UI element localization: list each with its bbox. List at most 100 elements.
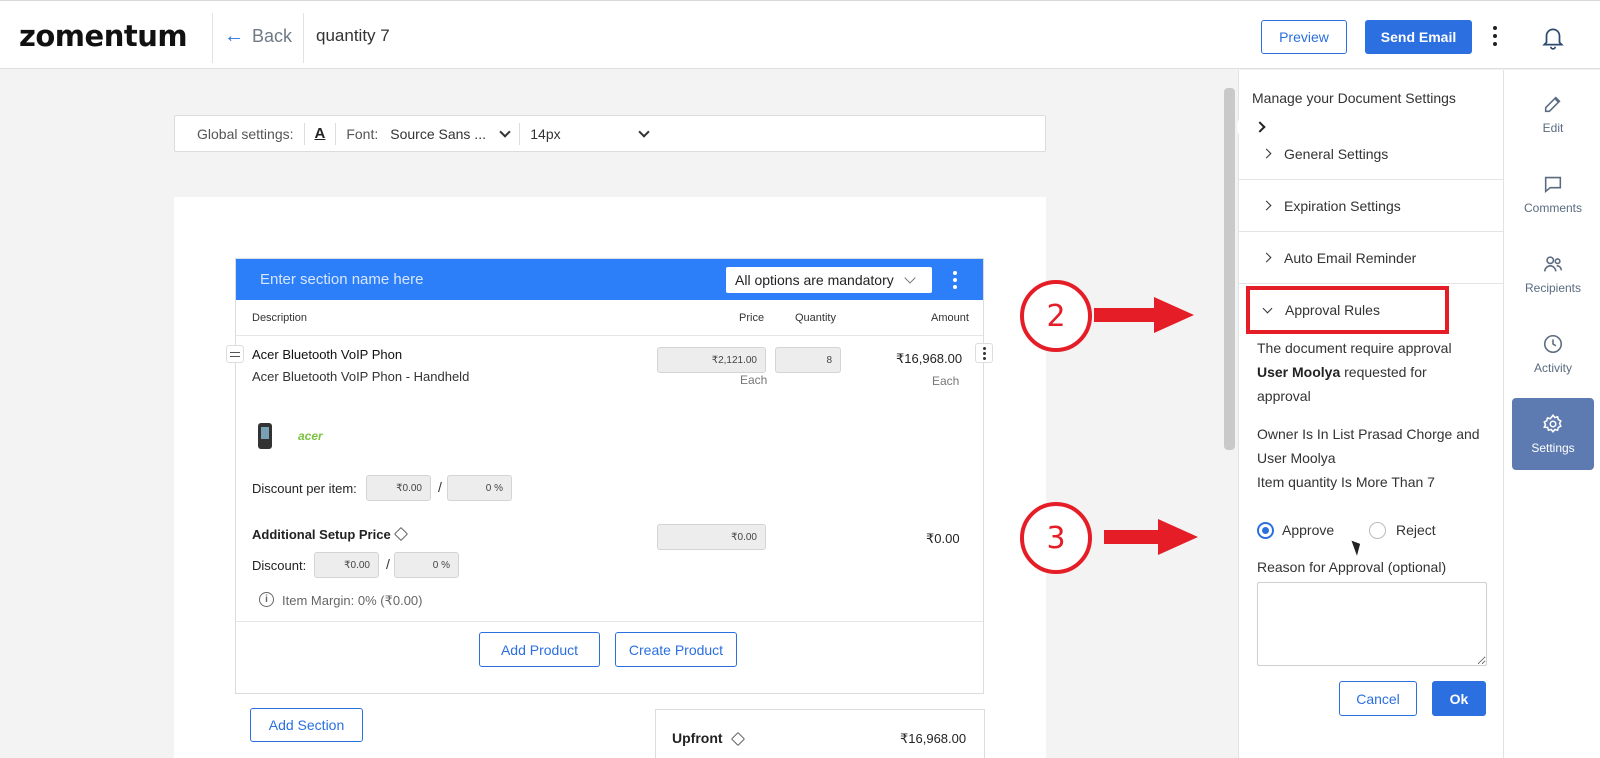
rail-settings[interactable]: Settings <box>1512 398 1594 470</box>
chevron-down-icon[interactable] <box>638 125 650 138</box>
annotation-arrow-right <box>1104 519 1198 555</box>
font-label: Font: <box>346 125 379 142</box>
divider <box>212 13 213 63</box>
more-options-icon[interactable] <box>1488 23 1502 49</box>
reject-label: Reject <box>1396 522 1436 538</box>
comment-icon <box>1544 176 1562 193</box>
accordion-general-settings[interactable]: General Settings <box>1239 128 1503 180</box>
options-select-value: All options are mandatory <box>735 272 894 288</box>
accordion-label: General Settings <box>1284 145 1389 162</box>
upfront-label: Upfront <box>672 730 723 746</box>
annotation-circle-2: 2 <box>1020 280 1092 352</box>
rule-line-3: Item quantity Is More Than 7 <box>1257 474 1435 490</box>
back-label: Back <box>252 26 293 46</box>
chevron-right-icon <box>1261 200 1272 211</box>
info-icon: i <box>259 592 274 607</box>
settings-panel: Manage your Document Settings General Se… <box>1237 70 1503 758</box>
ok-button[interactable]: Ok <box>1432 681 1486 716</box>
approve-radio[interactable] <box>1257 522 1274 539</box>
global-settings-bar: Global settings: A Font: Source Sans ...… <box>174 115 1046 152</box>
setup-price-label: Additional Setup Price <box>252 527 391 542</box>
requested-for-text: requested for <box>1344 364 1427 380</box>
rail-label: Recipients <box>1524 281 1582 295</box>
quantity-input[interactable]: 8 <box>775 347 841 373</box>
price-input[interactable]: ₹2,121.00 <box>657 347 766 373</box>
reject-radio[interactable] <box>1369 522 1386 539</box>
accordion-expiration-settings[interactable]: Expiration Settings <box>1239 180 1503 232</box>
rail-edit[interactable]: Edit <box>1512 78 1594 150</box>
rail-label: Comments <box>1523 201 1582 215</box>
section-menu-icon[interactable] <box>953 271 959 289</box>
rule-line-2: User Moolya <box>1257 450 1336 466</box>
rail-activity[interactable]: Activity <box>1512 318 1594 390</box>
create-product-button[interactable]: Create Product <box>615 632 737 667</box>
edit-pencil-icon[interactable] <box>730 731 746 747</box>
upfront-summary: Upfront ₹16,968.00 <box>655 709 985 758</box>
bell-icon[interactable] <box>1540 23 1566 51</box>
chevron-down-icon <box>904 272 916 284</box>
reason-label: Reason for Approval (optional) <box>1257 559 1447 575</box>
section-name-input[interactable]: Enter section name here <box>260 271 423 288</box>
approval-required-text: The document require approval <box>1257 340 1452 356</box>
panel-title: Manage your Document Settings <box>1252 90 1456 106</box>
scrollbar-thumb[interactable] <box>1224 88 1235 450</box>
accordion-auto-email-reminder[interactable]: Auto Email Reminder <box>1239 232 1503 284</box>
chevron-right-icon <box>1261 252 1272 263</box>
add-product-button[interactable]: Add Product <box>479 632 600 667</box>
divider <box>303 122 305 145</box>
clock-icon <box>1543 334 1563 354</box>
logo: zomentum <box>19 19 188 53</box>
rail-comments[interactable]: Comments <box>1512 158 1594 230</box>
rail-label: Activity <box>1533 361 1572 375</box>
options-select[interactable]: All options are mandatory <box>726 267 932 293</box>
back-button[interactable]: ← Back <box>224 25 292 48</box>
font-select[interactable]: Source Sans ... <box>390 126 495 142</box>
product-amount: ₹16,968.00 <box>896 351 963 366</box>
approve-label: Approve <box>1282 522 1335 538</box>
section-header: Enter section name here All options are … <box>236 259 983 300</box>
upfront-amount: ₹16,968.00 <box>900 731 967 746</box>
accordion-label: Expiration Settings <box>1284 197 1401 214</box>
right-rail: Edit Comments Recipients Activity Settin… <box>1503 70 1600 758</box>
amount-unit: Each <box>932 374 960 388</box>
rule-line-1: Owner Is In List Prasad Chorge and <box>1257 426 1480 442</box>
column-header-price: Price <box>739 312 765 324</box>
slash: / <box>438 479 442 495</box>
setup-discount-label: Discount: <box>252 558 307 573</box>
setup-discount-amount-input[interactable]: ₹0.00 <box>314 552 379 578</box>
divider <box>236 335 983 336</box>
drag-handle-icon[interactable] <box>226 345 244 363</box>
setup-price-input[interactable]: ₹0.00 <box>657 524 766 550</box>
divider <box>519 122 521 145</box>
discount-amount-input[interactable]: ₹0.00 <box>366 475 431 501</box>
setup-amount: ₹0.00 <box>926 531 960 546</box>
row-menu-icon[interactable] <box>975 343 993 363</box>
accordion-approval-rules[interactable]: Approval Rules <box>1246 286 1449 334</box>
edit-pencil-icon[interactable] <box>393 526 409 542</box>
discount-per-item-label: Discount per item: <box>252 481 357 496</box>
font-size-select[interactable]: 14px <box>530 126 634 142</box>
price-unit: Each <box>740 373 768 387</box>
rail-recipients[interactable]: Recipients <box>1512 238 1594 310</box>
chevron-down-icon[interactable] <box>499 125 511 138</box>
column-header-description: Description <box>252 312 308 324</box>
requested-text: User Moolya requested for <box>1257 360 1427 384</box>
font-color-icon[interactable]: A <box>315 125 326 142</box>
accordion-label: Approval Rules <box>1285 302 1380 318</box>
users-icon <box>1543 256 1563 272</box>
document-title: quantity 7 <box>316 26 390 45</box>
divider <box>303 13 304 63</box>
add-section-button[interactable]: Add Section <box>250 708 363 742</box>
item-margin: Item Margin: 0% (₹0.00) <box>282 593 423 608</box>
pencil-icon <box>1544 96 1561 113</box>
preview-button[interactable]: Preview <box>1261 20 1347 54</box>
arrow-left-icon: ← <box>224 25 244 47</box>
send-email-button[interactable]: Send Email <box>1365 20 1472 54</box>
reason-textarea[interactable] <box>1257 582 1487 666</box>
product-image <box>258 423 272 449</box>
column-header-amount: Amount <box>931 312 969 324</box>
product-name: Acer Bluetooth VoIP Phon <box>252 347 403 362</box>
setup-discount-percent-input[interactable]: 0 % <box>394 552 459 578</box>
cancel-button[interactable]: Cancel <box>1339 681 1417 716</box>
discount-percent-input[interactable]: 0 % <box>447 475 512 501</box>
